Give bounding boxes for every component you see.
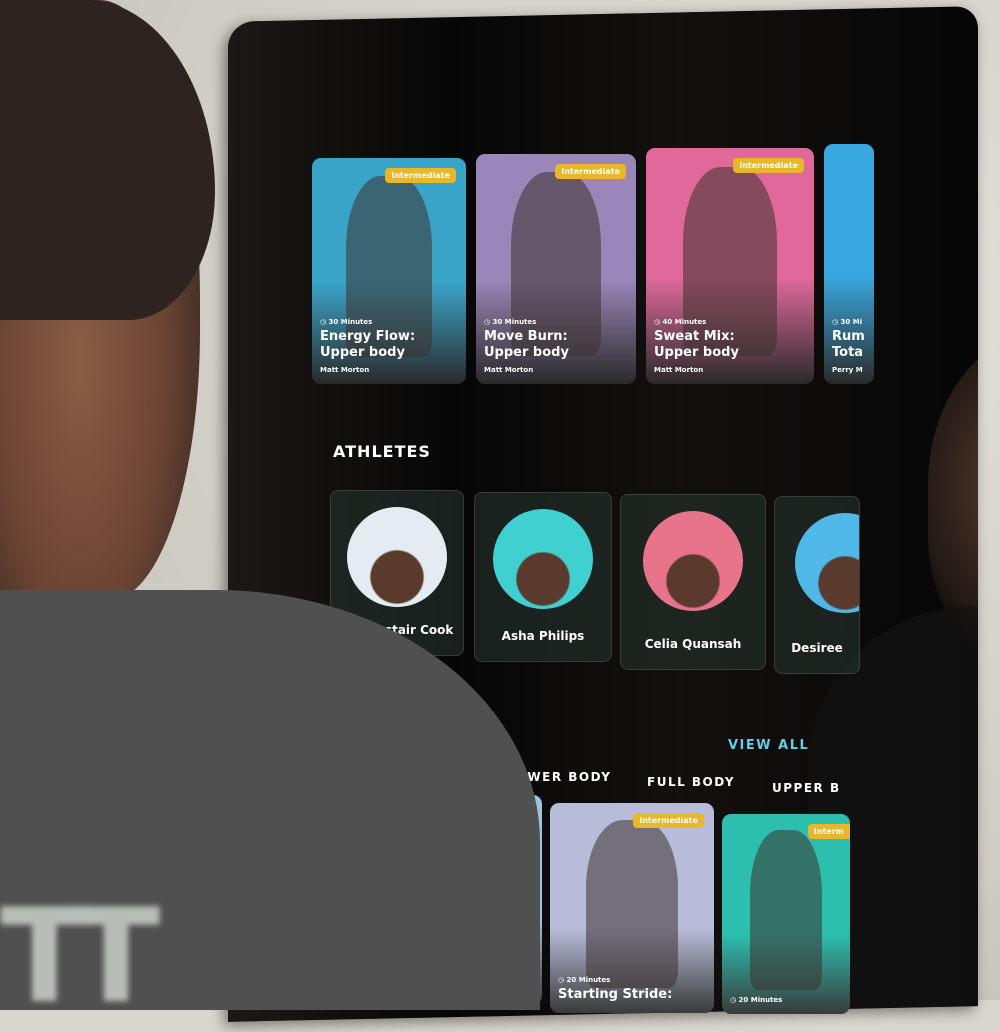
duration: ◷ 30 Mi — [832, 318, 863, 326]
level-badge: Intermediate — [555, 164, 626, 179]
workout-card[interactable]: Intermediate ◷ 40 Minutes Sweat Mix: Uppe… — [646, 148, 814, 384]
shirt-logo: TT — [0, 880, 160, 1032]
duration: ◷ 20 Minutes — [558, 976, 611, 984]
level-badge: Interm — [807, 824, 850, 839]
person-hair — [0, 0, 215, 320]
workout-card[interactable]: ◷ 30 Mi Rum Tota Perry M — [824, 144, 874, 384]
trainer-photo — [586, 819, 678, 988]
duration: ◷ 40 Minutes — [654, 318, 707, 326]
view-all-link[interactable]: VIEW ALL — [728, 738, 809, 753]
athlete-name: Celia Quansah — [644, 637, 742, 651]
athlete-avatar — [795, 513, 859, 613]
tab-upper-body[interactable]: UPPER B — [772, 781, 841, 795]
athlete-card[interactable]: Celia Quansah — [620, 494, 766, 670]
level-badge: Intermediate — [733, 158, 804, 173]
workout-title: Sweat Mix: Upper body — [654, 329, 739, 360]
athlete-avatar — [643, 511, 743, 611]
coach-name: Matt Morton — [654, 366, 704, 374]
workout-title: Rum Tota — [832, 329, 865, 360]
duration: ◷ 20 Minutes — [730, 996, 783, 1004]
workout-card[interactable]: Interm ◷ 20 Minutes — [722, 814, 850, 1014]
person-foreground — [0, 0, 540, 1010]
coach-name: Perry M — [832, 366, 863, 374]
level-badge: Intermediate — [633, 813, 704, 828]
workout-card[interactable]: Intermediate ◷ 20 Minutes Starting Strid… — [550, 803, 714, 1013]
trainer-photo — [750, 830, 822, 990]
athlete-card[interactable]: Desiree — [774, 496, 860, 674]
athlete-name: Desiree — [791, 641, 843, 655]
tab-full-body[interactable]: FULL BODY — [647, 775, 735, 789]
workout-title: Starting Stride: — [558, 987, 673, 1002]
